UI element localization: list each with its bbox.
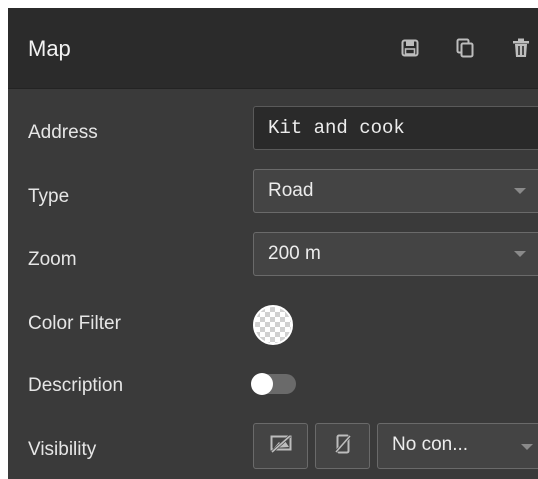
color-filter-label: Color Filter (28, 313, 121, 334)
zoom-label: Zoom (28, 249, 77, 270)
toggle-knob (251, 373, 273, 395)
map-settings-panel: Map Address Kit and cook Type Road Zoom … (8, 8, 538, 479)
visibility-condition-value: No con... (392, 434, 469, 455)
save-icon[interactable] (400, 38, 420, 58)
hide-on-mobile-button[interactable] (315, 423, 370, 469)
address-label: Address (28, 122, 98, 143)
address-input[interactable]: Kit and cook (253, 106, 538, 150)
hide-on-mobile-icon (334, 434, 351, 459)
description-label: Description (28, 375, 124, 396)
delete-icon[interactable] (511, 38, 531, 58)
color-filter-swatch[interactable] (253, 305, 293, 345)
panel-header: Map (8, 8, 538, 89)
chevron-down-icon (514, 251, 526, 257)
visibility-label: Visibility (28, 439, 97, 460)
type-value: Road (268, 180, 314, 201)
hide-on-desktop-button[interactable] (253, 423, 308, 469)
duplicate-icon[interactable] (455, 38, 475, 58)
description-toggle[interactable] (251, 373, 296, 395)
zoom-value: 200 m (268, 243, 321, 264)
type-select[interactable]: Road (253, 169, 538, 213)
zoom-select[interactable]: 200 m (253, 232, 538, 276)
chevron-down-icon (521, 444, 533, 450)
address-value: Kit and cook (268, 117, 405, 139)
hide-on-desktop-icon (270, 434, 292, 458)
type-label: Type (28, 186, 70, 207)
visibility-condition-select[interactable]: No con... (377, 423, 538, 469)
panel-title: Map (28, 36, 71, 61)
chevron-down-icon (514, 188, 526, 194)
